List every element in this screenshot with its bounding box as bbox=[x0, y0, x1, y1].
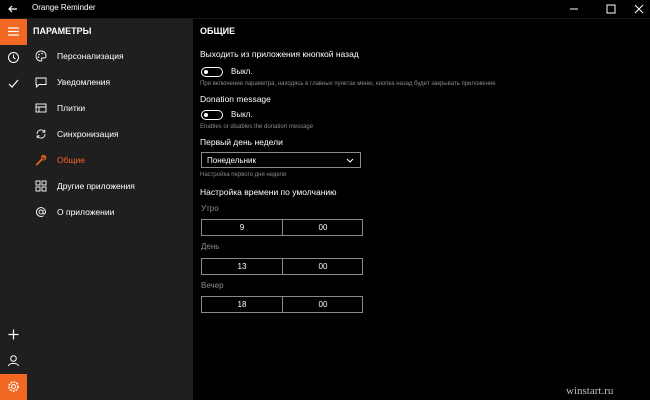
donation-toggle-state: Выкл. bbox=[231, 110, 253, 119]
evening-minute[interactable]: 00 bbox=[283, 297, 363, 312]
sidebar-item-other-apps[interactable]: Другие приложения bbox=[27, 174, 193, 198]
history-icon bbox=[8, 52, 19, 63]
sidebar-item-label: Другие приложения bbox=[57, 181, 135, 191]
palette-icon bbox=[35, 50, 47, 62]
sidebar-item-tiles[interactable]: Плитки bbox=[27, 96, 193, 120]
apps-icon bbox=[35, 180, 47, 192]
plus-icon bbox=[8, 329, 19, 340]
morning-minute[interactable]: 00 bbox=[283, 220, 363, 235]
scrollbar[interactable] bbox=[643, 19, 647, 400]
morning-label: Утро bbox=[201, 204, 219, 213]
account-button[interactable] bbox=[0, 348, 27, 374]
at-icon bbox=[36, 207, 46, 217]
page-title: ОБЩИЕ bbox=[200, 26, 236, 36]
toggle-knob bbox=[204, 112, 208, 117]
first-day-select[interactable]: Понедельник bbox=[201, 152, 361, 168]
history-button[interactable] bbox=[0, 45, 27, 71]
tiles-icon bbox=[35, 103, 47, 113]
sidebar-heading: ПАРАМЕТРЫ bbox=[33, 26, 92, 36]
evening-label: Вечер bbox=[201, 281, 224, 290]
minimize-icon[interactable] bbox=[567, 2, 581, 16]
donation-label: Donation message bbox=[200, 94, 271, 104]
first-day-label: Первый день недели bbox=[200, 137, 283, 147]
day-minute[interactable]: 00 bbox=[283, 259, 363, 274]
first-day-value: Понедельник bbox=[207, 156, 256, 165]
morning-time-picker[interactable]: 9 00 bbox=[201, 219, 363, 236]
gear-icon bbox=[8, 381, 19, 392]
sidebar-item-label: Синхронизация bbox=[57, 129, 119, 139]
back-exit-label: Выходить из приложения кнопкой назад bbox=[200, 49, 359, 59]
sidebar-item-notifications[interactable]: Уведомления bbox=[27, 70, 193, 94]
settings-button[interactable] bbox=[0, 374, 27, 400]
settings-sidebar: ПАРАМЕТРЫ Персонализация Уведомления Пли… bbox=[27, 19, 193, 400]
sidebar-item-personalization[interactable]: Персонализация bbox=[27, 44, 193, 68]
back-exit-toggle[interactable] bbox=[201, 67, 223, 77]
hamburger-button[interactable] bbox=[0, 19, 27, 45]
day-hour[interactable]: 13 bbox=[202, 259, 283, 274]
back-exit-hint: При включении параметра, находясь в глав… bbox=[200, 81, 496, 87]
hamburger-icon bbox=[8, 27, 19, 36]
sidebar-item-sync[interactable]: Синхронизация bbox=[27, 122, 193, 146]
chevron-down-icon bbox=[346, 158, 354, 163]
add-button[interactable] bbox=[0, 322, 27, 348]
sidebar-item-label: Персонализация bbox=[57, 51, 124, 61]
time-defaults-label: Настройка времени по умолчанию bbox=[200, 187, 337, 197]
sidebar-item-label: О приложении bbox=[57, 207, 115, 217]
evening-hour[interactable]: 18 bbox=[202, 297, 283, 312]
sync-icon bbox=[36, 129, 46, 139]
day-label: День bbox=[201, 242, 220, 251]
back-arrow-icon[interactable] bbox=[6, 2, 20, 16]
day-time-picker[interactable]: 13 00 bbox=[201, 258, 363, 275]
wrench-icon bbox=[35, 154, 47, 166]
evening-time-picker[interactable]: 18 00 bbox=[201, 296, 363, 313]
morning-hour[interactable]: 9 bbox=[202, 220, 283, 235]
checkmark-icon bbox=[8, 79, 19, 88]
toggle-knob bbox=[204, 69, 208, 74]
completed-button[interactable] bbox=[0, 71, 27, 97]
window-title: Orange Reminder bbox=[32, 3, 96, 12]
sidebar-item-label: Общие bbox=[57, 155, 85, 165]
donation-toggle[interactable] bbox=[201, 110, 223, 120]
sidebar-item-label: Плитки bbox=[57, 103, 86, 113]
donation-hint: Enables or disables the donation message bbox=[200, 124, 314, 130]
sidebar-item-about[interactable]: О приложении bbox=[27, 200, 193, 224]
settings-content: ОБЩИЕ Выходить из приложения кнопкой наз… bbox=[193, 19, 650, 400]
message-icon bbox=[35, 77, 47, 88]
maximize-icon[interactable] bbox=[604, 2, 618, 16]
watermark: winstart.ru bbox=[566, 385, 614, 397]
user-icon bbox=[8, 355, 19, 367]
close-icon[interactable] bbox=[632, 2, 646, 16]
app-rail bbox=[0, 19, 27, 400]
sidebar-item-label: Уведомления bbox=[57, 77, 111, 87]
sidebar-item-general[interactable]: Общие bbox=[27, 148, 193, 172]
first-day-hint: Настройка первого дня недели bbox=[200, 172, 287, 178]
title-bar: Orange Reminder bbox=[0, 0, 650, 19]
back-exit-toggle-state: Выкл. bbox=[231, 67, 253, 76]
